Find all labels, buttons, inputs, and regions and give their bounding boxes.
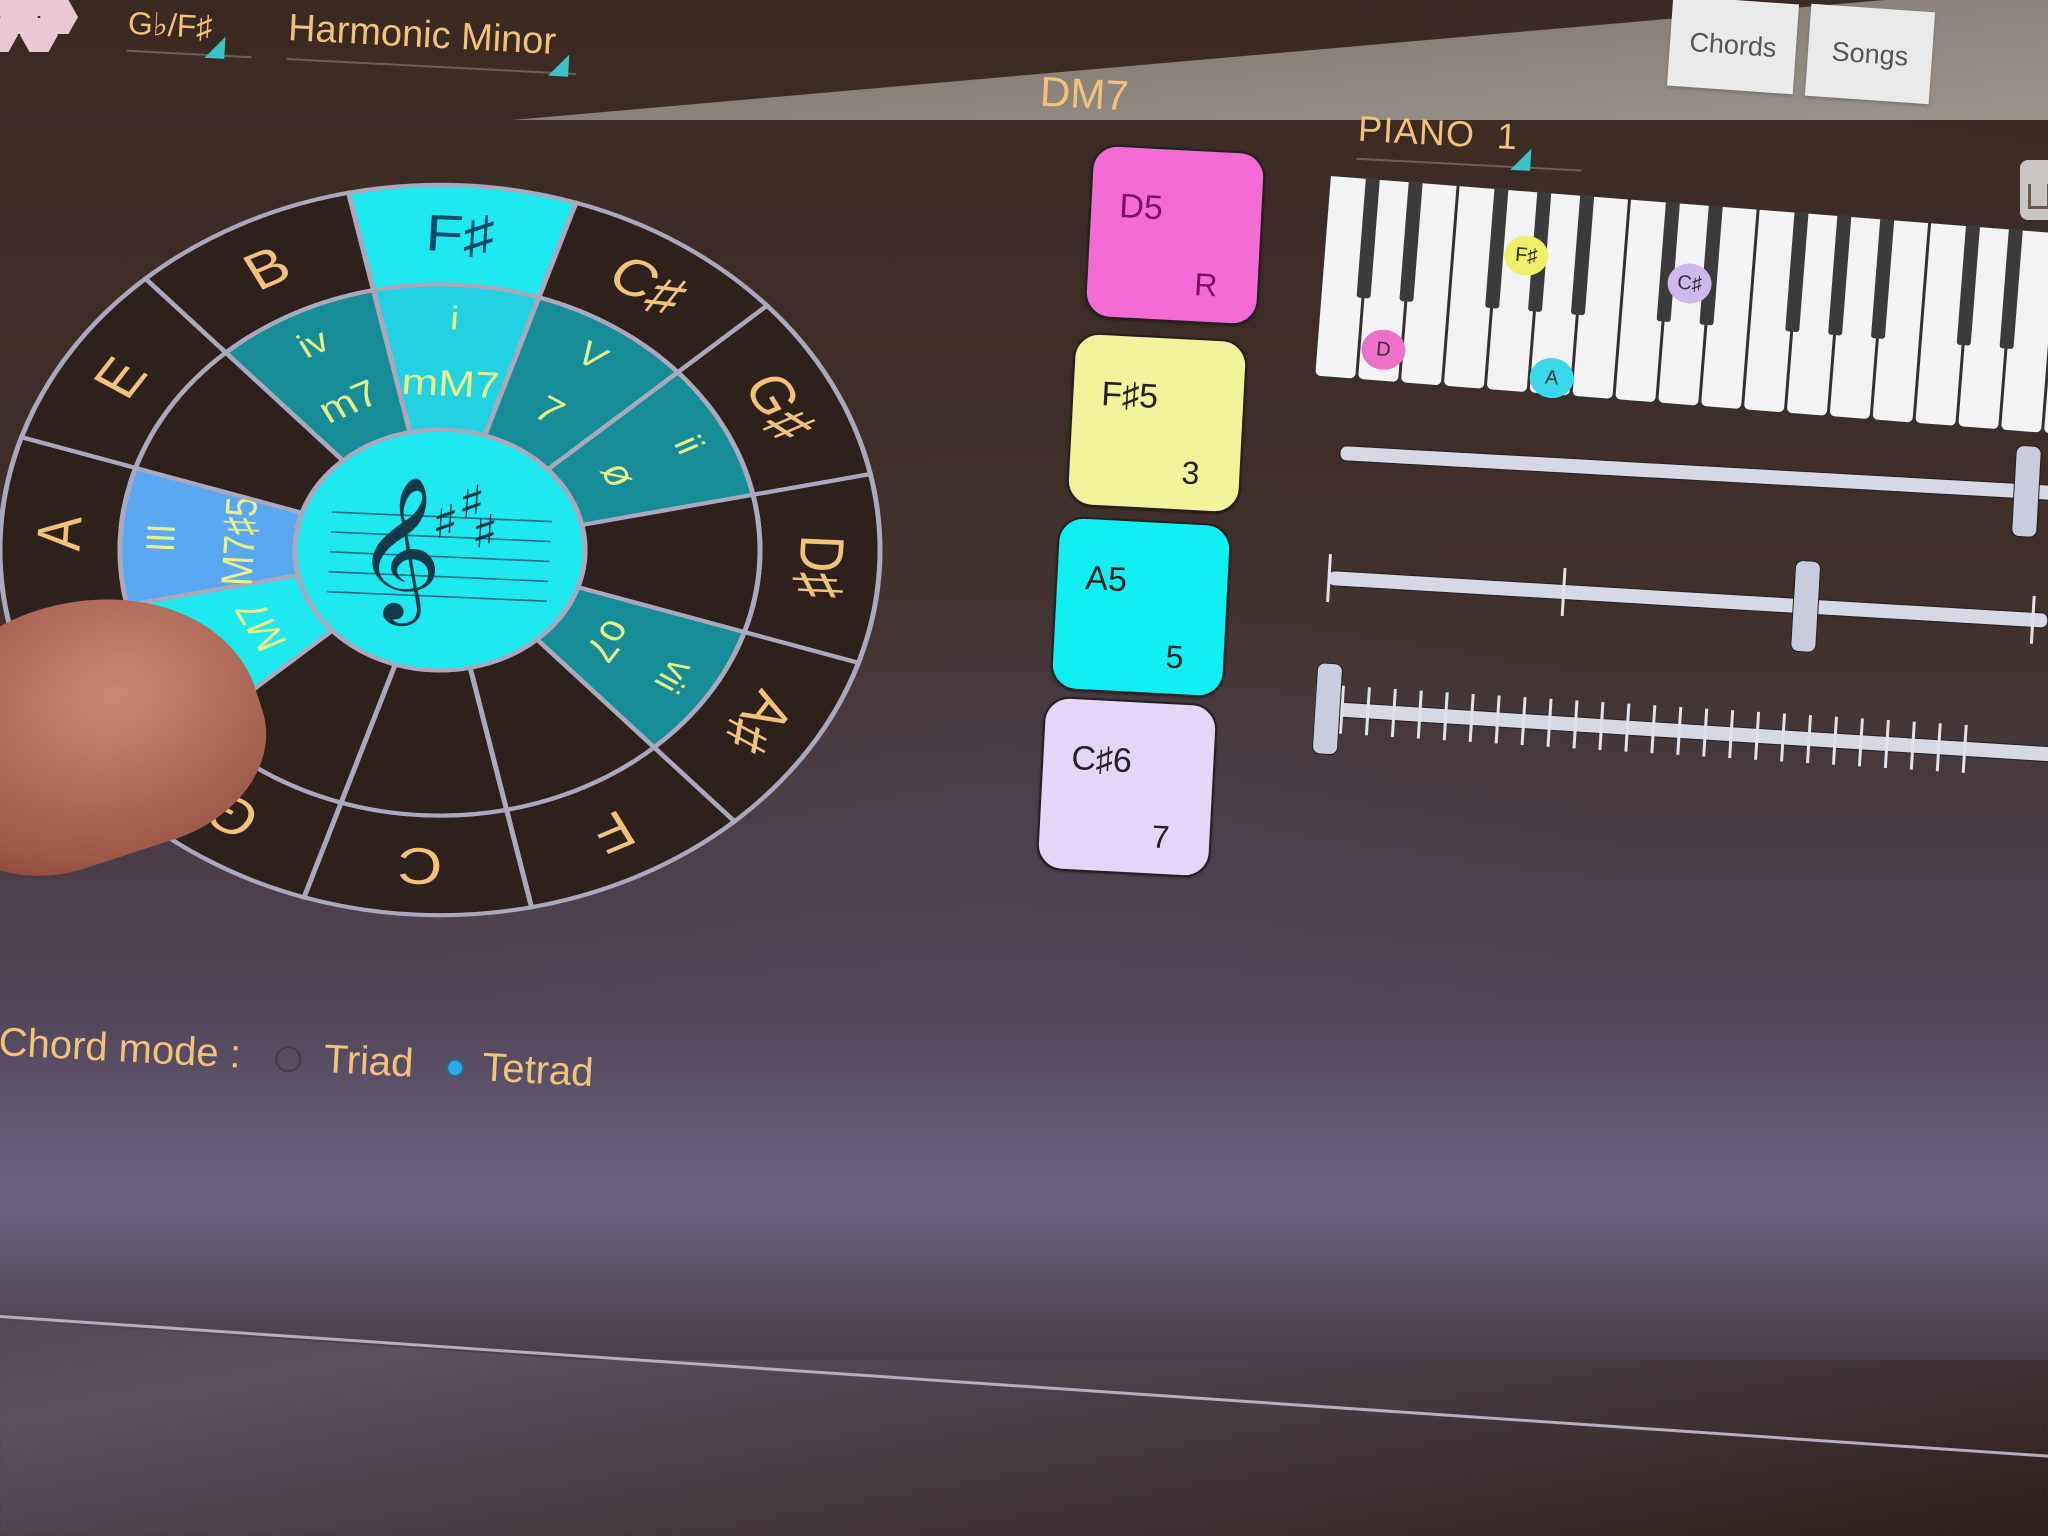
note-degree: R bbox=[1193, 266, 1219, 304]
tetrad-label[interactable]: Tetrad bbox=[481, 1045, 594, 1095]
circle-of-fifths[interactable]: F♯C♯G♯D♯A♯FCGDAEBimM7V7iiøviio7VIM7IIIM7… bbox=[0, 110, 900, 1010]
chord-note-card[interactable]: A5 5 bbox=[1049, 515, 1233, 699]
dropdown-arrow-icon bbox=[548, 53, 570, 77]
degree-quality: M7♯5 bbox=[211, 496, 267, 587]
dropdown-arrow-icon bbox=[204, 35, 226, 59]
degree-numeral: III bbox=[138, 523, 184, 553]
slider-thumb[interactable] bbox=[2011, 444, 2043, 539]
instrument-selector-value: PIANO 1 bbox=[1357, 107, 1520, 158]
degree-quality: mM7 bbox=[400, 360, 500, 406]
triad-radio[interactable] bbox=[275, 1045, 303, 1074]
note-name: D5 bbox=[1118, 187, 1164, 228]
key-selector-value: G♭/F♯ bbox=[127, 4, 214, 46]
chord-note-card[interactable]: D5 R bbox=[1083, 143, 1267, 327]
triad-label[interactable]: Triad bbox=[323, 1037, 415, 1086]
tetrad-radio[interactable] bbox=[445, 1058, 465, 1078]
sharp-icon: ♯ bbox=[469, 505, 499, 560]
note-degree: 5 bbox=[1164, 638, 1185, 676]
note-name: A5 bbox=[1084, 559, 1128, 600]
key-selector[interactable]: G♭/F♯ bbox=[126, 4, 252, 59]
note-name: C♯6 bbox=[1070, 739, 1133, 781]
key-label: C bbox=[396, 836, 444, 896]
note-degree: 3 bbox=[1180, 454, 1201, 492]
tab-songs[interactable]: Songs bbox=[1804, 3, 1936, 105]
key-label: F♯ bbox=[424, 204, 496, 265]
tab-chords[interactable]: Chords bbox=[1667, 0, 1799, 95]
chord-note-card[interactable]: F♯5 3 bbox=[1065, 331, 1249, 515]
key-label: A bbox=[24, 515, 96, 552]
app-logo-icon[interactable] bbox=[0, 0, 100, 52]
lock-icon[interactable] bbox=[2020, 160, 2048, 220]
key-label: D♯ bbox=[783, 534, 857, 600]
note-name: F♯5 bbox=[1100, 375, 1160, 416]
dropdown-arrow-icon bbox=[1510, 147, 1532, 171]
instrument-selector[interactable]: PIANO 1 bbox=[1356, 107, 1582, 172]
note-degree: 7 bbox=[1150, 818, 1171, 856]
current-chord-name: DM7 bbox=[1038, 67, 1130, 120]
chord-note-card[interactable]: C♯6 7 bbox=[1035, 695, 1219, 879]
